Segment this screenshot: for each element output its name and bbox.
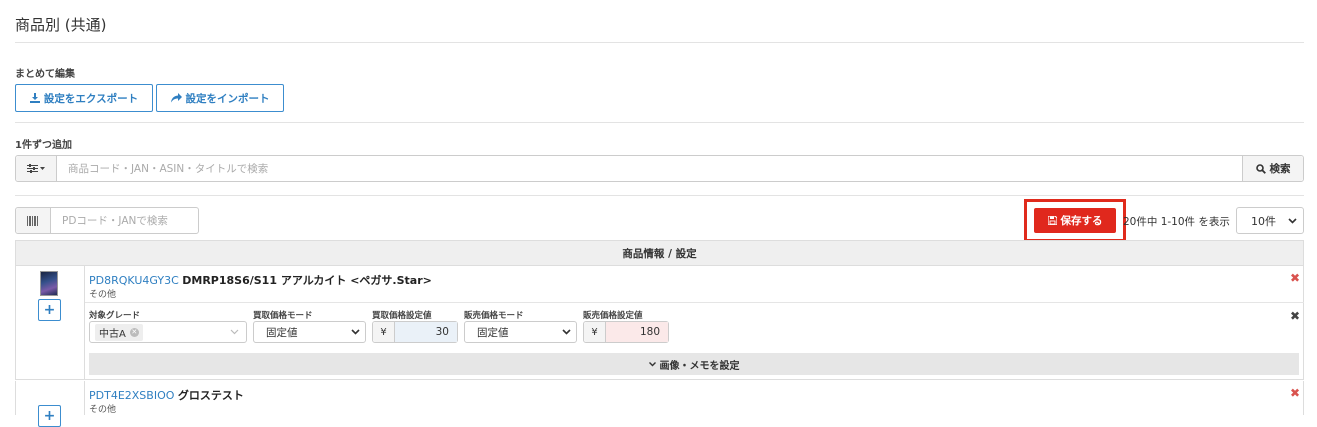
pd-search-bar [15,207,199,234]
save-button-label: 保存する [1060,215,1103,227]
per-page-value: 10件 [1251,214,1276,228]
product-category: その他 [89,405,117,415]
divider [15,42,1304,43]
row-right-cell [85,381,1304,415]
table-header: 商品情報 / 設定 [15,240,1304,266]
import-settings-label: 設定をインポート [185,92,270,105]
save-button[interactable]: 保存する [1034,208,1116,233]
chevron-down-icon [648,361,656,367]
buy-price-input[interactable]: ¥ 30 [372,321,458,343]
add-single-label: 1件ずつ追加 [15,140,72,151]
bulk-edit-label: まとめて編集 [15,69,75,80]
sell-mode-label: 販売価格モード [464,311,524,321]
delete-product-icon[interactable]: ✖ [1290,386,1300,400]
barcode-icon[interactable] [16,208,51,233]
download-icon [29,93,40,103]
chevron-down-icon [230,329,239,335]
buy-mode-value: 固定値 [266,326,298,339]
export-settings-button[interactable]: 設定をエクスポート [15,84,153,112]
search-button-label: 検索 [1269,163,1291,175]
product-search-bar: 検索 [15,155,1304,182]
sell-price-value: 180 [606,322,668,342]
per-page-select[interactable]: 10件 [1236,207,1304,234]
pagination-info: 20件中 1-10件 を表示 [1123,216,1230,228]
caret-down-icon [40,167,45,170]
grade-label: 対象グレード [89,311,141,321]
image-memo-label: 画像・メモを設定 [659,360,740,372]
buy-price-label: 買取価格設定値 [372,311,432,321]
chevron-down-icon [351,329,360,335]
search-icon [1255,163,1266,174]
export-settings-label: 設定をエクスポート [43,92,139,105]
sell-mode-select[interactable]: 固定値 [464,321,577,343]
grade-tag-label: 中古A [99,328,126,340]
product-search-input[interactable] [57,156,1242,181]
divider [15,122,1304,123]
search-filter-dropdown[interactable] [16,156,57,181]
pd-search-input[interactable] [51,208,198,233]
chevron-down-icon [1288,217,1297,224]
add-row-button[interactable]: + [38,405,61,427]
sell-price-input[interactable]: ¥ 180 [583,321,669,343]
search-button[interactable]: 検索 [1242,156,1303,181]
product-title-line: PD8RQKU4GY3C DMRP18S6/S11 アアルカイト <ペガサ.St… [89,272,432,288]
page-title: 商品別 (共通) [15,16,107,34]
image-memo-toggle[interactable]: 画像・メモを設定 [89,353,1299,375]
remove-setting-icon[interactable]: ✖ [1290,309,1300,323]
add-row-button[interactable]: + [38,299,61,321]
grade-select[interactable]: 中古A ✕ [89,321,247,343]
product-name: DMRP18S6/S11 アアルカイト <ペガサ.Star> [182,274,432,287]
chevron-down-icon [562,329,571,335]
import-settings-button[interactable]: 設定をインポート [156,84,284,112]
sell-mode-value: 固定値 [477,326,509,339]
product-category: その他 [89,290,117,300]
product-code-link[interactable]: PD8RQKU4GY3C [89,274,179,287]
buy-price-value: 30 [395,322,457,342]
remove-tag-icon[interactable]: ✕ [129,327,139,337]
sliders-icon [27,164,38,173]
delete-product-icon[interactable]: ✖ [1290,271,1300,285]
divider [15,195,1304,196]
yen-addon: ¥ [373,322,395,342]
yen-addon: ¥ [584,322,606,342]
grade-tag: 中古A ✕ [95,323,143,341]
share-arrow-icon [170,93,182,103]
buy-mode-label: 買取価格モード [253,311,313,321]
product-title-line: PDT4E2XSBIOO グロステスト [89,387,244,403]
floppy-disk-icon [1047,216,1057,225]
row-divider [85,302,1304,303]
product-name: グロステスト [177,389,244,402]
product-code-link[interactable]: PDT4E2XSBIOO [89,389,174,402]
buy-mode-select[interactable]: 固定値 [253,321,366,343]
product-thumbnail [40,271,58,296]
sell-price-label: 販売価格設定値 [583,311,643,321]
